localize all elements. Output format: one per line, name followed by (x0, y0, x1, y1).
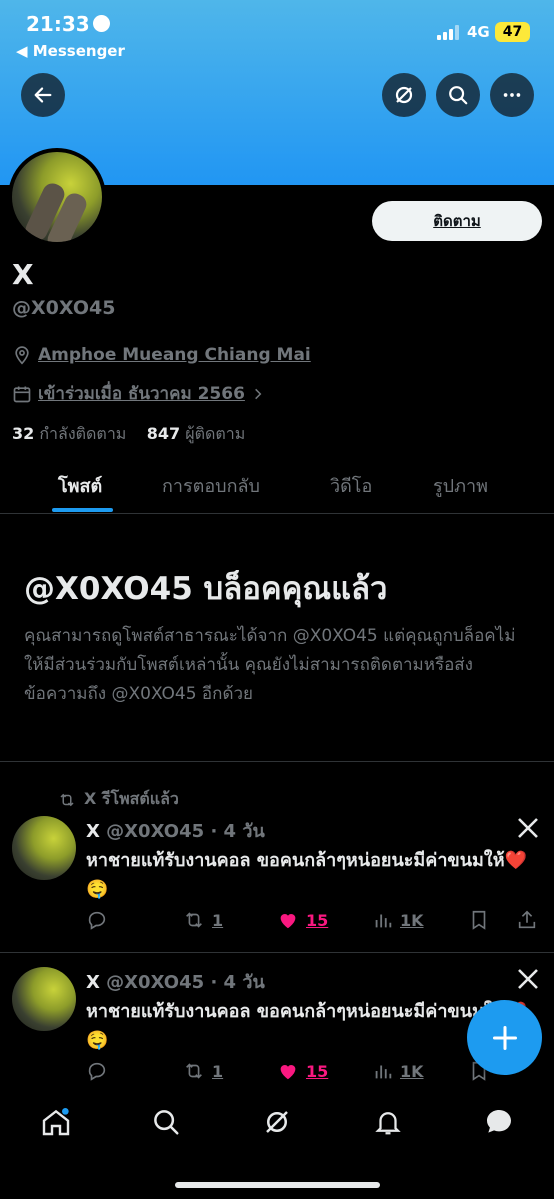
joined-row[interactable]: เข้าร่วมเมื่อ ธันวาคม 2566 (12, 380, 265, 407)
tab-videos[interactable]: วิดีโอ (330, 471, 372, 500)
views-chart-icon (375, 914, 392, 928)
post-header: X @X0XO45 · 4 วัน (86, 816, 265, 845)
post-actions: 1 15 1K (86, 1060, 541, 1086)
more-icon (503, 93, 521, 97)
blocked-description: คุณสามารถดูโพสต์สาธารณะได้จาก @X0XO45 แต… (24, 626, 516, 704)
location-text[interactable]: Amphoe Mueang Chiang Mai (38, 345, 311, 365)
chat-bubble-icon (487, 1110, 511, 1133)
views-count: 1K (400, 910, 424, 930)
reply-button[interactable] (86, 1060, 108, 1082)
followers-link[interactable]: 847 ผู้ติดตาม (147, 424, 246, 443)
signal-icon (437, 24, 461, 40)
repost-count: 1 (212, 910, 224, 930)
post-avatar[interactable] (12, 967, 76, 1031)
post-author-name[interactable]: X (86, 972, 100, 993)
search-icon (449, 86, 468, 105)
nav-home[interactable] (38, 1104, 74, 1140)
globe-icon (93, 15, 110, 32)
reply-icon (88, 1062, 106, 1081)
nav-messages[interactable] (481, 1104, 517, 1140)
views-count: 1K (400, 1061, 424, 1081)
reply-button[interactable] (86, 909, 108, 931)
followers-label: ผู้ติดตาม (185, 424, 246, 443)
following-count: 32 (12, 424, 35, 443)
like-count: 15 (306, 1061, 329, 1081)
battery-icon: 47 (495, 22, 530, 42)
nav-notifications[interactable] (370, 1104, 406, 1140)
post-time: · 4 วัน (210, 972, 265, 993)
post-actions: 1 15 1K (86, 909, 541, 935)
search-icon (154, 1110, 179, 1135)
profile-handle: @X0XO45 (12, 297, 116, 319)
profile-avatar[interactable] (8, 148, 106, 246)
location-row[interactable]: Amphoe Mueang Chiang Mai (12, 345, 311, 365)
grok-icon (266, 1111, 288, 1133)
post-author-handle[interactable]: @X0XO45 (106, 972, 204, 993)
more-button[interactable] (490, 73, 534, 117)
post-author-handle[interactable]: @X0XO45 (106, 821, 204, 842)
section-divider (0, 761, 554, 762)
plus-icon (492, 1025, 517, 1050)
home-indicator (175, 1182, 380, 1188)
post-time: · 4 วัน (210, 821, 265, 842)
arrow-left-icon (34, 87, 52, 103)
following-label: กำลังติดตาม (39, 424, 127, 443)
views-chart-icon (375, 1065, 392, 1079)
heart-filled-icon (280, 914, 296, 929)
location-pin-icon (15, 346, 29, 365)
grok-button[interactable] (382, 73, 426, 117)
follow-button[interactable]: ติดตาม (372, 201, 542, 241)
network-type: 4G (467, 23, 490, 41)
bell-icon (375, 1112, 401, 1135)
views-button[interactable]: 1K (372, 909, 424, 931)
tab-photos[interactable]: รูปภาพ (433, 471, 488, 500)
heart-filled-icon (280, 1065, 296, 1080)
bookmark-icon (472, 910, 486, 930)
repost-icon (186, 912, 202, 928)
tab-replies[interactable]: การตอบกลับ (162, 471, 260, 500)
status-time: 21:33 (26, 12, 90, 36)
active-tab-indicator (52, 508, 113, 512)
display-name: X (12, 258, 34, 291)
compose-button[interactable] (467, 1000, 542, 1075)
calendar-icon (13, 386, 31, 402)
bookmark-button[interactable] (468, 909, 490, 931)
share-button[interactable] (516, 909, 538, 931)
share-icon (518, 910, 536, 929)
nav-grok[interactable] (259, 1104, 295, 1140)
like-button[interactable]: 15 (276, 1060, 328, 1082)
tab-posts[interactable]: โพสต์ (58, 471, 102, 500)
repost-icon (186, 1063, 202, 1079)
post-header: X @X0XO45 · 4 วัน (86, 967, 265, 996)
views-button[interactable]: 1K (372, 1060, 424, 1082)
profile-tabs: โพสต์ การตอบกลับ วิดีโอ รูปภาพ (0, 460, 554, 514)
search-button[interactable] (436, 73, 480, 117)
reply-icon (88, 911, 106, 930)
joined-text[interactable]: เข้าร่วมเมื่อ ธันวาคม 2566 (38, 380, 245, 407)
post-text: หาชายแท้รับงานคอล ขอคนกล้าๆหน่อยนะมีค่าข… (86, 850, 527, 900)
repost-indicator: X รีโพสต์แล้ว (58, 787, 179, 812)
nav-search[interactable] (148, 1104, 184, 1140)
followers-count: 847 (146, 424, 181, 443)
back-button[interactable] (21, 73, 65, 117)
repost-button[interactable]: 1 (182, 1060, 223, 1082)
x-logo-icon (518, 969, 538, 989)
home-icon (42, 1108, 70, 1136)
grok-icon (395, 86, 413, 104)
like-button[interactable]: 15 (276, 909, 328, 931)
back-to-app-link[interactable]: ◀ Messenger (16, 42, 125, 60)
repost-icon (60, 793, 74, 806)
repost-button[interactable]: 1 (182, 909, 223, 931)
following-link[interactable]: 32 กำลังติดตาม (12, 424, 126, 443)
repost-label: X รีโพสต์แล้ว (84, 789, 179, 808)
like-count: 15 (306, 910, 329, 930)
post-avatar[interactable] (12, 816, 76, 880)
chevron-right-icon (255, 388, 262, 399)
blocked-title: @X0XO45 บล็อคคุณแล้ว (24, 571, 388, 607)
x-logo-icon (518, 818, 538, 838)
follow-counts: 32 กำลังติดตาม 847 ผู้ติดตาม (12, 422, 245, 447)
post-divider (0, 952, 554, 953)
post-author-name[interactable]: X (86, 821, 100, 842)
repost-count: 1 (212, 1061, 224, 1081)
